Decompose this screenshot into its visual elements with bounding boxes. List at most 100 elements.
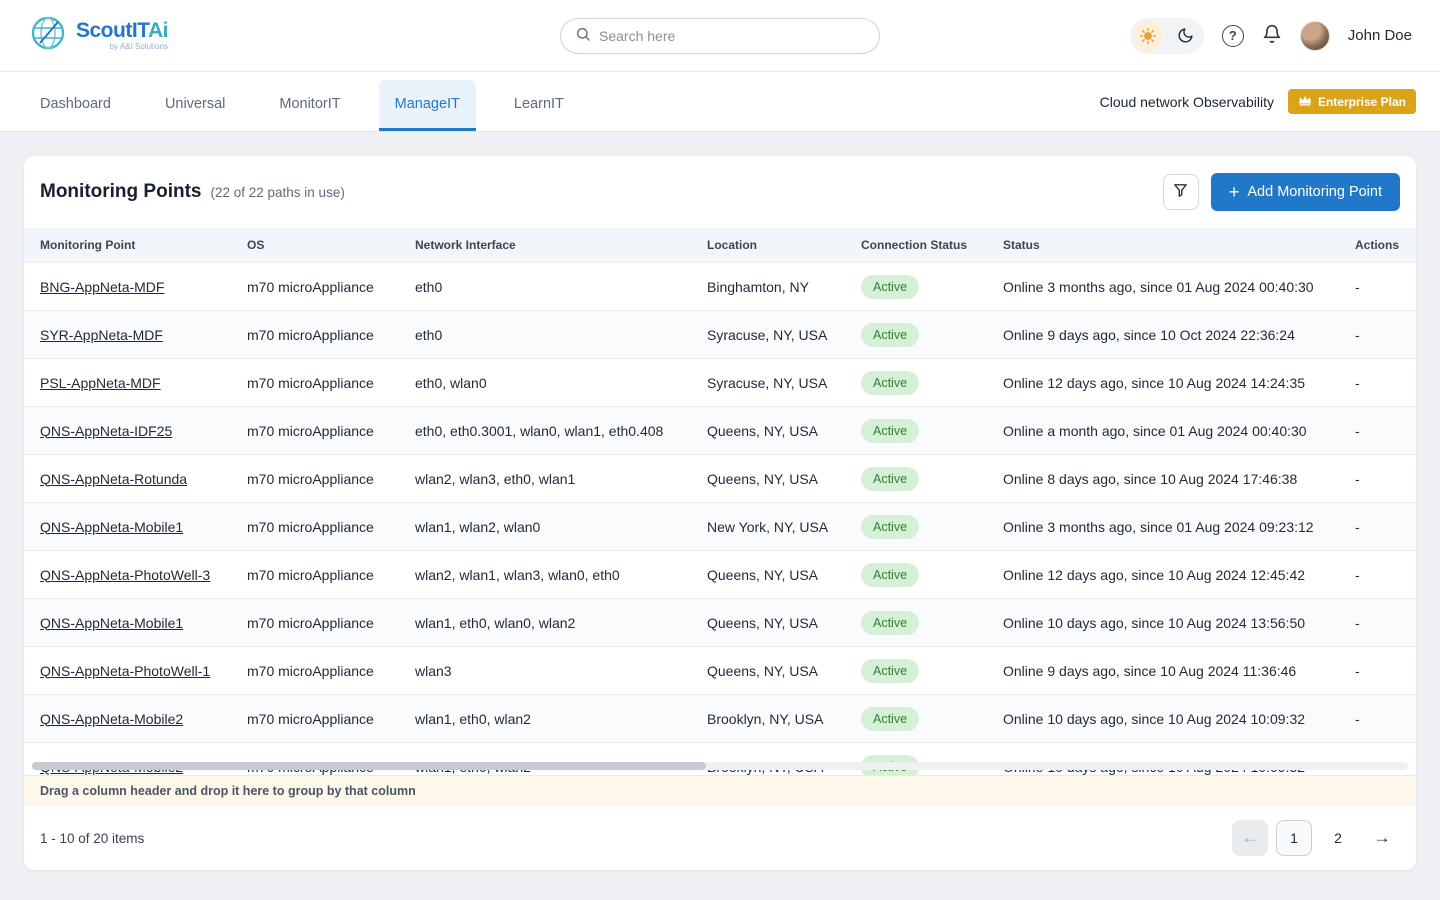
page-button-2[interactable]: 2	[1320, 820, 1356, 856]
top-bar: ScoutITAi by A&I Solutions	[0, 0, 1440, 72]
status-cell: Online 12 days ago, since 10 Aug 2024 14…	[987, 359, 1339, 407]
os-cell: m70 microAppliance	[231, 743, 399, 776]
location-cell: Brooklyn, NY, USA	[691, 743, 845, 776]
table-row[interactable]: QNS-AppNeta-Mobile2 m70 microAppliance w…	[24, 695, 1416, 743]
location-cell: Binghamton, NY	[691, 263, 845, 311]
horizontal-scrollbar-track[interactable]	[32, 762, 1408, 770]
actions-cell: -	[1339, 695, 1416, 743]
monitoring-points-panel: Monitoring Points (22 of 22 paths in use…	[24, 156, 1416, 870]
table-row[interactable]: QNS-AppNeta-PhotoWell-3 m70 microApplian…	[24, 551, 1416, 599]
tab-universal[interactable]: Universal	[149, 80, 241, 131]
location-cell: Queens, NY, USA	[691, 407, 845, 455]
search-icon	[575, 26, 591, 47]
monitoring-point-link[interactable]: QNS-AppNeta-Mobile2	[40, 711, 183, 727]
table-header-row: Monitoring Point OS Network Interface Lo…	[24, 228, 1416, 263]
monitoring-point-link[interactable]: QNS-AppNeta-Mobile1	[40, 615, 183, 631]
monitoring-point-link[interactable]: SYR-AppNeta-MDF	[40, 327, 163, 343]
active-status-badge: Active	[861, 563, 919, 587]
table-row[interactable]: QNS-AppNeta-Mobile2 m70 microAppliance w…	[24, 743, 1416, 776]
tab-manageit[interactable]: ManageIT	[379, 80, 476, 131]
monitoring-point-link[interactable]: BNG-AppNeta-MDF	[40, 279, 164, 295]
add-monitoring-point-button[interactable]: + Add Monitoring Point	[1211, 173, 1400, 211]
main-nav: Dashboard Universal MonitorIT ManageIT L…	[0, 72, 1440, 132]
next-page-button[interactable]: →	[1364, 820, 1400, 856]
monitoring-point-link[interactable]: QNS-AppNeta-PhotoWell-1	[40, 663, 210, 679]
os-cell: m70 microAppliance	[231, 647, 399, 695]
table-row[interactable]: SYR-AppNeta-MDF m70 microAppliance eth0 …	[24, 311, 1416, 359]
search-input[interactable]	[599, 28, 865, 44]
column-header-location[interactable]: Location	[691, 228, 845, 263]
active-status-badge: Active	[861, 707, 919, 731]
location-cell: Queens, NY, USA	[691, 551, 845, 599]
horizontal-scrollbar-thumb[interactable]	[32, 762, 706, 770]
location-cell: Queens, NY, USA	[691, 647, 845, 695]
monitoring-point-link[interactable]: PSL-AppNeta-MDF	[40, 375, 161, 391]
tab-dashboard[interactable]: Dashboard	[24, 80, 127, 131]
monitoring-point-link[interactable]: QNS-AppNeta-IDF25	[40, 423, 172, 439]
column-header-network-interface[interactable]: Network Interface	[399, 228, 691, 263]
paths-in-use-count: (22 of 22 paths in use)	[210, 185, 344, 200]
tab-monitorit[interactable]: MonitorIT	[263, 80, 356, 131]
network-interface-cell: eth0, wlan0	[399, 359, 691, 407]
table-row[interactable]: QNS-AppNeta-IDF25 m70 microAppliance eth…	[24, 407, 1416, 455]
column-header-os[interactable]: OS	[231, 228, 399, 263]
add-monitoring-point-label: Add Monitoring Point	[1247, 184, 1382, 200]
table-body: BNG-AppNeta-MDF m70 microAppliance eth0 …	[24, 263, 1416, 776]
plus-icon: +	[1229, 183, 1240, 201]
status-cell: Online 8 days ago, since 10 Aug 2024 17:…	[987, 455, 1339, 503]
location-cell: Queens, NY, USA	[691, 599, 845, 647]
table-row[interactable]: PSL-AppNeta-MDF m70 microAppliance eth0,…	[24, 359, 1416, 407]
network-interface-cell: eth0	[399, 263, 691, 311]
column-header-status[interactable]: Status	[987, 228, 1339, 263]
actions-cell: -	[1339, 551, 1416, 599]
monitoring-point-link[interactable]: QNS-AppNeta-Rotunda	[40, 471, 187, 487]
location-cell: Syracuse, NY, USA	[691, 359, 845, 407]
connection-status-cell: Active	[845, 503, 987, 551]
active-status-badge: Active	[861, 275, 919, 299]
location-cell: Queens, NY, USA	[691, 455, 845, 503]
column-header-connection-status[interactable]: Connection Status	[845, 228, 987, 263]
brand-logo[interactable]: ScoutITAi by A&I Solutions	[28, 13, 168, 58]
enterprise-plan-badge[interactable]: Enterprise Plan	[1288, 89, 1416, 114]
bell-icon	[1262, 24, 1282, 47]
global-search[interactable]	[560, 18, 880, 54]
monitoring-points-table-wrap: Monitoring Point OS Network Interface Lo…	[24, 228, 1416, 775]
monitoring-points-table: Monitoring Point OS Network Interface Lo…	[24, 228, 1416, 775]
network-interface-cell: wlan2, wlan1, wlan3, wlan0, eth0	[399, 551, 691, 599]
table-row[interactable]: QNS-AppNeta-Mobile1 m70 microAppliance w…	[24, 503, 1416, 551]
user-avatar[interactable]	[1300, 21, 1330, 51]
active-status-badge: Active	[861, 419, 919, 443]
actions-cell: -	[1339, 743, 1416, 776]
funnel-icon	[1172, 182, 1189, 202]
os-cell: m70 microAppliance	[231, 407, 399, 455]
theme-toggle[interactable]	[1130, 18, 1204, 54]
brand-globe-icon	[28, 13, 68, 58]
column-header-actions[interactable]: Actions	[1339, 228, 1416, 263]
light-mode-sun-icon[interactable]	[1133, 21, 1163, 51]
notifications-button[interactable]	[1262, 24, 1282, 47]
active-status-badge: Active	[861, 467, 919, 491]
connection-status-cell: Active	[845, 263, 987, 311]
status-cell: Online 10 days ago, since 10 Aug 2024 13…	[987, 599, 1339, 647]
table-row[interactable]: BNG-AppNeta-MDF m70 microAppliance eth0 …	[24, 263, 1416, 311]
dark-mode-moon-icon[interactable]	[1171, 21, 1201, 51]
monitoring-point-link[interactable]: QNS-AppNeta-Mobile1	[40, 519, 183, 535]
monitoring-point-link[interactable]: QNS-AppNeta-PhotoWell-3	[40, 567, 210, 583]
actions-cell: -	[1339, 599, 1416, 647]
connection-status-cell: Active	[845, 311, 987, 359]
previous-page-button[interactable]: ←	[1232, 820, 1268, 856]
page-button-1[interactable]: 1	[1276, 820, 1312, 856]
table-row[interactable]: QNS-AppNeta-PhotoWell-1 m70 microApplian…	[24, 647, 1416, 695]
os-cell: m70 microAppliance	[231, 695, 399, 743]
table-row[interactable]: QNS-AppNeta-Mobile1 m70 microAppliance w…	[24, 599, 1416, 647]
location-cell: New York, NY, USA	[691, 503, 845, 551]
column-header-monitoring-point[interactable]: Monitoring Point	[24, 228, 231, 263]
connection-status-cell: Active	[845, 407, 987, 455]
filter-button[interactable]	[1163, 174, 1199, 210]
table-row[interactable]: QNS-AppNeta-Rotunda m70 microAppliance w…	[24, 455, 1416, 503]
help-button[interactable]: ?	[1222, 25, 1244, 47]
actions-cell: -	[1339, 311, 1416, 359]
brand-name: ScoutIT	[76, 19, 148, 42]
actions-cell: -	[1339, 359, 1416, 407]
tab-learnit[interactable]: LearnIT	[498, 80, 580, 131]
